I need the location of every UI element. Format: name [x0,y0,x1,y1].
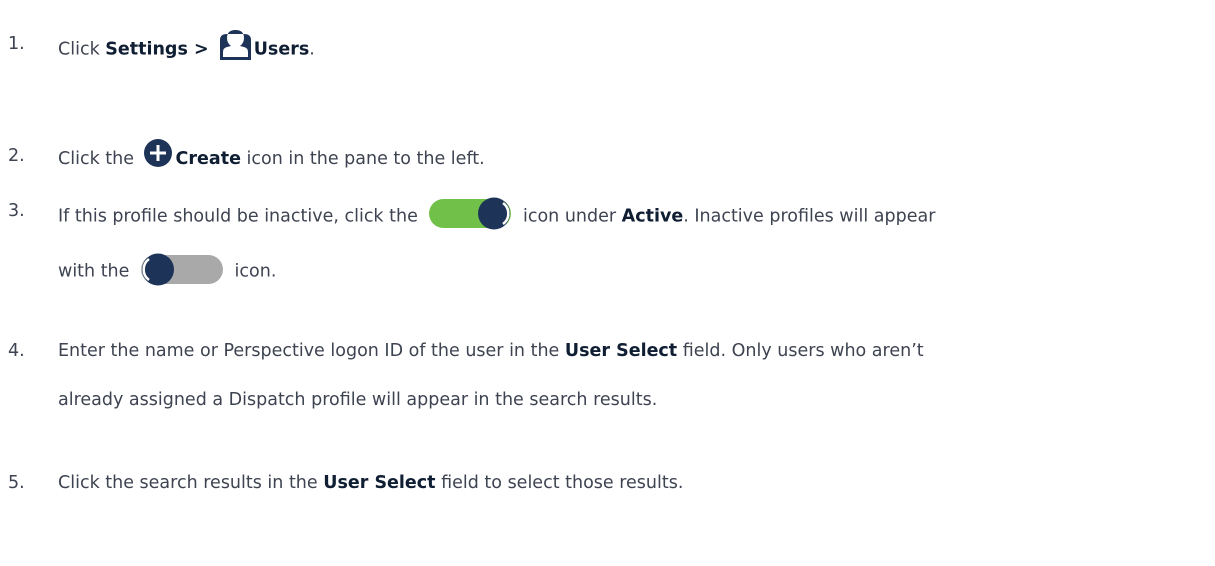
step-text: already assigned a Dispatch profile will… [58,390,658,410]
toggle-on-icon [429,197,512,230]
step-number: 5. [8,473,25,493]
step-text: with the icon. [58,253,276,288]
user-silhouette-icon [219,30,251,60]
step-number: 4. [8,341,25,361]
step-text: Click the search results in the User Sel… [58,473,684,493]
create-label: Create [175,149,241,169]
step-number: 3. [8,201,25,221]
step-number: 1. [8,34,25,54]
settings-label: Settings > [105,39,215,60]
user-select-label: User Select [564,341,678,361]
step-text: If this profile should be inactive, clic… [58,197,935,233]
toggle-off-icon [140,253,223,286]
step-number: 2. [8,146,25,166]
active-label: Active [621,206,684,227]
users-label: Users [253,39,310,60]
user-select-label: User Select [323,473,436,493]
step-text: Click the Create icon in the pane to the… [58,139,485,173]
step-text: Click Settings > Users. [58,30,315,66]
plus-circle-icon [143,139,172,167]
step-text: Enter the name or Perspective logon ID o… [58,341,924,361]
